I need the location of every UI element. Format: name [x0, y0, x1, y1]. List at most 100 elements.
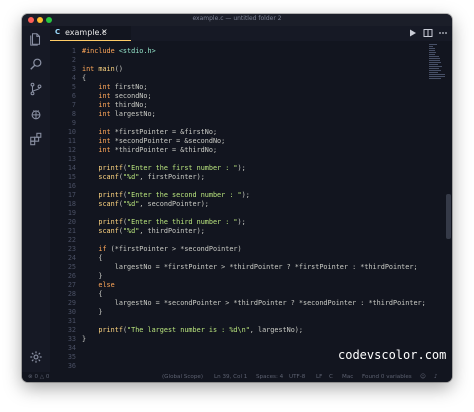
more-actions-icon[interactable]	[438, 28, 448, 38]
code-editor[interactable]: 1 #include <stdio.h> 2 3 int main() 4 {5 int f…	[50, 41, 430, 372]
line-number: 36	[67, 362, 76, 370]
status-variables[interactable]: Found 0 variables	[362, 374, 412, 380]
line-number: 35	[67, 353, 76, 361]
line-number: 28	[67, 290, 76, 298]
line-number: 1	[71, 47, 76, 55]
code-text: int *firstPointer = &firstNo;	[82, 128, 217, 137]
code-token: scanf	[98, 227, 119, 235]
code-text: {	[82, 74, 86, 83]
extensions-icon[interactable]	[29, 132, 43, 146]
line-number: 26	[67, 272, 76, 280]
code-text: scanf("%d", firstPointer);	[82, 173, 205, 182]
code-text: }	[82, 335, 86, 344]
code-text: {	[82, 290, 102, 299]
code-token: "Enter the second number : "	[127, 191, 242, 199]
code-token: , secondPointer);	[139, 200, 209, 208]
status-position[interactable]: Ln 39, Col 1	[214, 374, 247, 380]
status-spaces[interactable]: Spaces: 4	[256, 374, 283, 380]
source-control-icon[interactable]	[29, 82, 43, 96]
code-text: printf("The largest number is : %d\n", l…	[82, 326, 303, 335]
tab-example-c[interactable]: C example.c ×	[50, 26, 131, 41]
code-token: "%d"	[122, 173, 140, 181]
status-scope[interactable]: (Global Scope)	[162, 374, 203, 380]
code-text: int largestNo;	[82, 110, 155, 119]
problems-indicator[interactable]: ⊗ 0 △ 0	[28, 374, 49, 380]
settings-gear-icon[interactable]	[29, 350, 43, 364]
code-token: scanf	[98, 200, 119, 208]
code-token: ()	[114, 65, 123, 73]
run-icon[interactable]	[408, 28, 418, 38]
code-token: main	[98, 65, 115, 73]
line-number: 15	[67, 173, 76, 181]
line-number: 16	[67, 182, 76, 190]
explorer-icon[interactable]	[29, 32, 43, 46]
line-number: 34	[67, 344, 76, 352]
code-token: printf	[98, 164, 123, 172]
line-number: 13	[67, 155, 76, 163]
status-bar: ⊗ 0 △ 0 (Global Scope) Ln 39, Col 1 Spac…	[22, 372, 452, 382]
code-token: , largestNo);	[249, 326, 303, 334]
line-number: 9	[71, 119, 76, 127]
search-icon[interactable]	[29, 57, 43, 71]
code-token: printf	[98, 326, 123, 334]
feedback-icon[interactable]: ☺	[420, 374, 426, 380]
code-text: {	[82, 254, 102, 263]
status-platform[interactable]: Mac	[342, 374, 353, 380]
code-token: }	[82, 335, 87, 343]
status-eol[interactable]: LF	[316, 374, 322, 380]
code-token: int	[98, 83, 115, 91]
tab-bar: C example.c ×	[50, 26, 452, 41]
code-token: int	[98, 110, 115, 118]
code-token: secondNo;	[114, 92, 152, 100]
code-text: int main()	[82, 65, 123, 74]
code-token: }	[82, 308, 103, 316]
code-token: "The largest number is : %d\n"	[127, 326, 250, 334]
watermark-text: codevscolor.com	[338, 348, 447, 362]
vertical-scrollbar[interactable]	[446, 194, 451, 239]
code-token: , firstPointer);	[139, 173, 205, 181]
notifications-bell-icon[interactable]: ♪	[434, 374, 438, 380]
code-token: largestNo = *secondPointer > *thirdPoint…	[82, 299, 426, 307]
code-token: int	[98, 101, 115, 109]
status-language[interactable]: C	[329, 374, 333, 380]
code-token: <stdio.h>	[118, 47, 156, 55]
code-token: "%d"	[122, 227, 140, 235]
code-token: "Enter the third number : "	[127, 218, 238, 226]
line-number: 23	[67, 245, 76, 253]
line-number: 20	[67, 218, 76, 226]
code-token: int	[98, 128, 115, 136]
code-token: }	[82, 272, 103, 280]
code-token: {	[82, 74, 87, 82]
line-number: 25	[67, 263, 76, 271]
tab-close-icon[interactable]: ×	[101, 27, 108, 36]
line-number: 32	[67, 326, 76, 334]
c-language-icon: C	[55, 28, 61, 36]
code-token: *secondPointer = &secondNo;	[114, 137, 226, 145]
split-editor-icon[interactable]	[423, 28, 433, 38]
code-text: scanf("%d", thirdPointer);	[82, 227, 204, 236]
status-encoding[interactable]: UTF-8	[289, 374, 305, 380]
code-token: int	[98, 137, 115, 145]
debug-icon[interactable]	[29, 107, 43, 121]
code-token: *thirdPointer = &thirdNo;	[114, 146, 218, 154]
minimap[interactable]	[429, 44, 447, 84]
code-text: else	[82, 281, 114, 290]
line-number: 2	[71, 56, 76, 64]
editor-window: example.c — untitled folder 2 C example.…	[22, 14, 452, 382]
line-number: 17	[67, 191, 76, 199]
line-number: 31	[67, 317, 76, 325]
code-token: "Enter the first number : "	[127, 164, 238, 172]
code-text: scanf("%d", secondPointer);	[82, 200, 209, 209]
line-number: 22	[67, 236, 76, 244]
code-text: int secondNo;	[82, 92, 152, 101]
code-token: largestNo = *firstPointer > *thirdPointe…	[82, 263, 418, 271]
